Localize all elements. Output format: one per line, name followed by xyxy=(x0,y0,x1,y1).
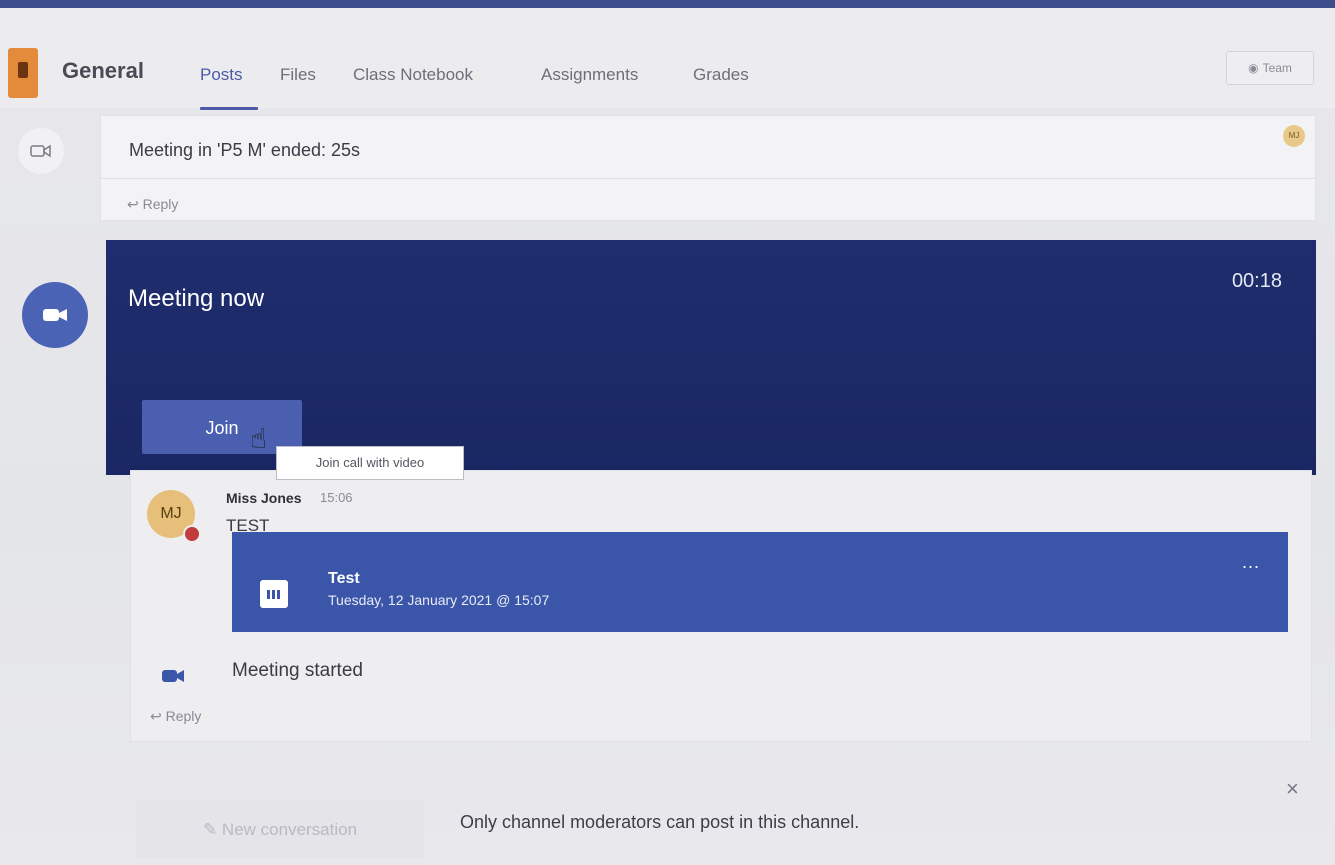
meeting-started-text: Meeting started xyxy=(232,660,363,681)
tab-files[interactable]: Files xyxy=(280,65,316,85)
eye-icon: ◉ xyxy=(1248,61,1259,75)
reply-link[interactable]: ↩ Reply xyxy=(127,196,178,213)
reply-label: Reply xyxy=(165,708,202,724)
top-border xyxy=(0,0,1335,8)
video-camera-icon xyxy=(160,665,188,687)
video-camera-icon xyxy=(22,282,88,348)
tab-posts[interactable]: Posts xyxy=(200,65,243,85)
event-title: Test xyxy=(328,570,360,587)
meeting-ended-post: Meeting in 'P5 M' ended: 25s ↩ Reply xyxy=(100,115,1316,221)
new-conversation-label: New conversation xyxy=(221,820,358,839)
tab-assignments[interactable]: Assignments xyxy=(541,65,638,85)
tab-grades[interactable]: Grades xyxy=(693,65,749,85)
hand-cursor-icon: ☝ xyxy=(250,423,268,454)
event-date: Tuesday, 12 January 2021 @ 15:07 xyxy=(328,592,550,608)
divider xyxy=(101,178,1315,179)
calendar-icon xyxy=(260,580,288,608)
reply-label: Reply xyxy=(142,196,179,212)
meeting-ended-title: Meeting in 'P5 M' ended: 25s xyxy=(129,140,361,160)
meeting-timer: 00:18 xyxy=(1231,270,1282,292)
join-tooltip: Join call with video xyxy=(276,446,464,480)
channel-name: General xyxy=(62,58,144,83)
team-button-label: Team xyxy=(1262,61,1292,75)
more-options-icon[interactable]: ... xyxy=(1242,552,1260,573)
video-camera-icon xyxy=(18,128,64,174)
message-author: Miss Jones xyxy=(226,490,302,506)
close-icon[interactable]: × xyxy=(1286,776,1299,802)
avatar[interactable]: MJ xyxy=(1283,125,1305,147)
teams-channel-screen: General Posts Files Class Notebook Assig… xyxy=(0,0,1335,865)
new-conversation-button[interactable]: ✎ New conversation xyxy=(136,800,424,858)
channel-header: General Posts Files Class Notebook Assig… xyxy=(0,8,1335,110)
compose-icon: ✎ xyxy=(202,820,218,839)
team-button[interactable]: ◉ Team xyxy=(1226,51,1314,85)
message-time: 15:06 xyxy=(320,490,353,505)
presence-busy-icon xyxy=(183,525,201,543)
tab-class-notebook[interactable]: Class Notebook xyxy=(353,65,473,85)
active-tab-indicator xyxy=(200,107,258,110)
reply-link[interactable]: ↩ Reply xyxy=(150,708,201,725)
moderator-notice: Only channel moderators can post in this… xyxy=(460,812,860,832)
meeting-event-card[interactable]: Test Tuesday, 12 January 2021 @ 15:07 ..… xyxy=(232,532,1288,632)
meeting-now-title: Meeting now xyxy=(128,285,265,312)
team-logo-icon xyxy=(8,48,38,98)
